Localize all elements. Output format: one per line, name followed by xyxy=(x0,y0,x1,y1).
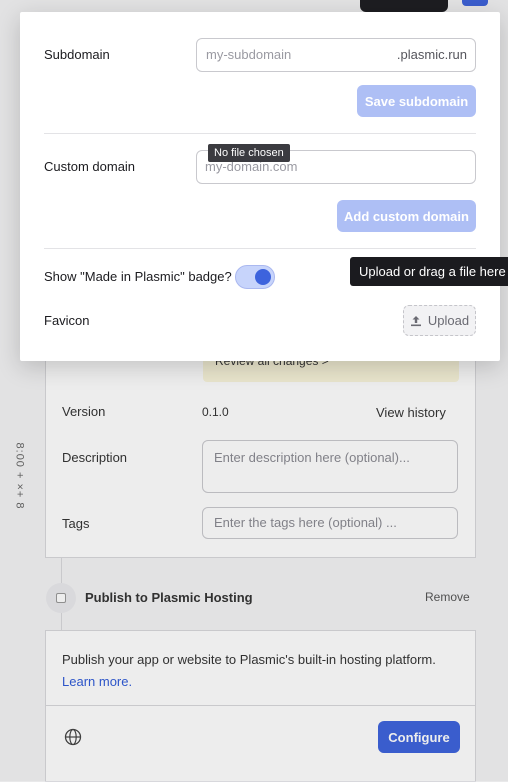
badge-toggle[interactable] xyxy=(235,265,275,289)
hosting-settings-modal: Subdomain .plasmic.run Save subdomain Cu… xyxy=(20,12,500,361)
divider xyxy=(44,133,476,134)
upload-tooltip: Upload or drag a file here xyxy=(350,257,508,286)
upload-button[interactable]: Upload xyxy=(403,305,476,336)
favicon-label: Favicon xyxy=(44,313,90,328)
badge-label: Show "Made in Plasmic" badge? xyxy=(44,269,232,284)
toggle-knob xyxy=(255,269,271,285)
save-subdomain-button[interactable]: Save subdomain xyxy=(357,85,476,117)
subdomain-suffix: .plasmic.run xyxy=(396,47,467,62)
upload-icon xyxy=(410,315,421,326)
upload-label: Upload xyxy=(427,313,470,328)
custom-domain-label: Custom domain xyxy=(44,159,136,174)
add-custom-domain-button[interactable]: Add custom domain xyxy=(337,200,476,232)
no-file-tooltip: No file chosen xyxy=(208,144,290,162)
subdomain-label: Subdomain xyxy=(44,47,110,62)
subdomain-field[interactable]: .plasmic.run xyxy=(196,38,476,72)
divider xyxy=(44,248,476,249)
subdomain-input[interactable] xyxy=(206,47,386,62)
